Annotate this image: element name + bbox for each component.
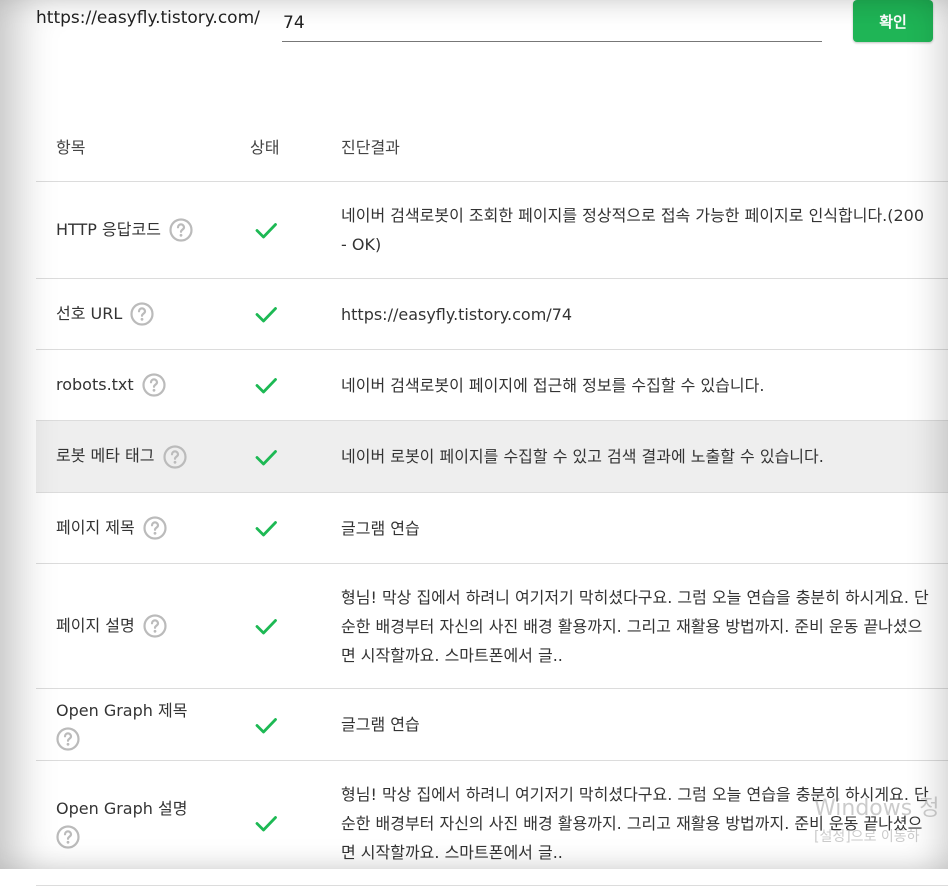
result-cell: 네이버 검색로봇이 조회한 페이지를 정상적으로 접속 가능한 페이지로 인식합… [341, 181, 948, 279]
result-cell: 네이버 검색로봇이 페이지에 접근해 정보를 수집할 수 있습니다. [341, 349, 948, 421]
item-cell: 로봇 메타 태그 [36, 420, 236, 493]
table-row: 페이지 설명 형님! 막상 집에서 하려니 여기저기 막히셨다구요. 그럼 오늘… [36, 563, 948, 689]
check-icon [255, 717, 277, 733]
status-cell [236, 181, 341, 279]
result-cell: 형님! 막상 집에서 하려니 여기저기 막히셨다구요. 그럼 오늘 연습을 충분… [341, 760, 948, 886]
url-prefix: https://easyfly.tistory.com/ [36, 8, 260, 28]
item-label: Open Graph 설명 [56, 799, 188, 818]
help-question-icon[interactable] [169, 218, 193, 242]
header-item: 항목 [36, 110, 236, 182]
check-icon [255, 619, 277, 635]
table-row: 페이지 제목 글그램 연습 [36, 492, 948, 564]
help-question-icon[interactable] [130, 302, 154, 326]
item-cell: 선호 URL [36, 278, 236, 350]
check-icon [255, 307, 277, 323]
table-row: Open Graph 설명 형님! 막상 집에서 하려니 여기저기 막히셨다구요… [36, 760, 948, 886]
check-icon [255, 521, 277, 537]
table-row: 로봇 메타 태그 네이버 로봇이 페이지를 수집할 수 있고 검색 결과에 노출… [36, 420, 948, 493]
help-question-icon[interactable] [143, 516, 167, 540]
item-cell: robots.txt [36, 349, 236, 421]
status-cell [236, 278, 341, 350]
item-label: 로봇 메타 태그 [56, 446, 155, 466]
check-icon [255, 378, 277, 394]
header-status: 상태 [236, 110, 341, 182]
item-cell: HTTP 응답코드 [36, 181, 236, 279]
check-icon [255, 816, 277, 832]
status-cell [236, 492, 341, 564]
windows-activation-subtext: [설정]으로 이동하 [814, 829, 920, 845]
item-cell: Open Graph 설명 [36, 760, 236, 886]
table-header-row: 항목 상태 진단결과 [36, 110, 948, 182]
result-cell: 글그램 연습 [341, 688, 948, 761]
item-label: 페이지 제목 [56, 517, 135, 537]
item-label: HTTP 응답코드 [56, 219, 161, 239]
table-row: robots.txt 네이버 검색로봇이 페이지에 접근해 정보를 수집할 수 … [36, 349, 948, 421]
help-question-icon[interactable] [142, 373, 166, 397]
check-icon [255, 449, 277, 465]
diagnosis-table: 항목 상태 진단결과 HTTP 응답코드 네이버 검색로봇이 조회한 페이지를 … [36, 110, 948, 886]
url-bar: https://easyfly.tistory.com/ 확인 [0, 0, 948, 60]
item-cell: Open Graph 제목 [36, 688, 236, 761]
help-question-icon[interactable] [56, 726, 80, 751]
table-row: Open Graph 제목 글그램 연습 [36, 688, 948, 761]
item-label: Open Graph 제목 [56, 700, 188, 720]
check-icon [255, 223, 277, 239]
help-question-icon[interactable] [56, 825, 80, 849]
result-cell: 네이버 로봇이 페이지를 수집할 수 있고 검색 결과에 노출할 수 있습니다. [341, 420, 948, 493]
table-row: HTTP 응답코드 네이버 검색로봇이 조회한 페이지를 정상적으로 접속 가능… [36, 181, 948, 279]
status-cell [236, 420, 341, 493]
result-cell: 글그램 연습 [341, 492, 948, 564]
status-cell [236, 688, 341, 761]
item-label: robots.txt [56, 374, 134, 394]
windows-activation-watermark: Windows 정 [814, 796, 940, 821]
status-cell [236, 349, 341, 421]
help-question-icon[interactable] [143, 614, 167, 638]
help-question-icon[interactable] [162, 445, 187, 469]
result-cell: 형님! 막상 집에서 하려니 여기저기 막히셨다구요. 그럼 오늘 연습을 충분… [341, 563, 948, 689]
status-cell [236, 563, 341, 689]
table-row: 선호 URL https://easyfly.tistory.com/74 [36, 278, 948, 350]
item-label: 페이지 설명 [56, 615, 135, 635]
header-result: 진단결과 [341, 110, 948, 182]
item-label: 선호 URL [56, 303, 123, 323]
url-path-input[interactable] [282, 4, 822, 42]
status-cell [236, 760, 341, 886]
result-cell: https://easyfly.tistory.com/74 [341, 278, 948, 350]
item-cell: 페이지 설명 [36, 563, 236, 689]
item-cell: 페이지 제목 [36, 492, 236, 564]
confirm-button[interactable]: 확인 [853, 0, 933, 42]
